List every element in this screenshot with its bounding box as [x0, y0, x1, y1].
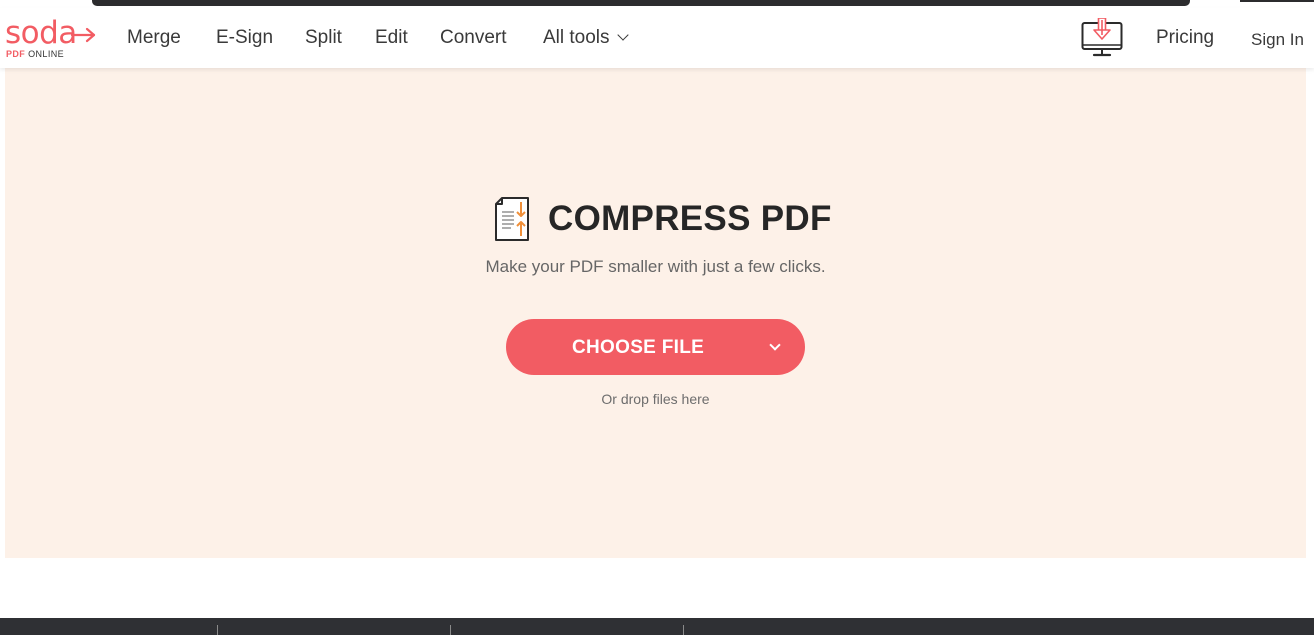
- nav-all-tools[interactable]: All tools: [543, 27, 629, 49]
- nav-sign-in[interactable]: Sign In: [1251, 29, 1304, 51]
- footer-divider: [683, 625, 684, 635]
- nav-merge[interactable]: Merge: [127, 27, 181, 49]
- page-subtitle: Make your PDF smaller with just a few cl…: [485, 257, 826, 276]
- nav-convert[interactable]: Convert: [440, 27, 507, 49]
- nav-split[interactable]: Split: [305, 27, 342, 49]
- top-strip-bar: [92, 0, 1190, 6]
- chevron-down-icon: [616, 29, 629, 41]
- drop-files-hint: Or drop files here: [601, 391, 710, 407]
- nav-edit[interactable]: Edit: [375, 27, 408, 49]
- title-row: COMPRESS PDF: [5, 196, 1306, 242]
- logo-sub-pdf: PDF: [6, 49, 26, 59]
- logo-arrow-icon: [71, 27, 96, 43]
- nav-esign[interactable]: E-Sign: [216, 27, 273, 49]
- logo-sub-online: ONLINE: [28, 49, 65, 59]
- nav-all-tools-label: All tools: [543, 27, 610, 48]
- top-strip-bar-right: [1240, 0, 1314, 2]
- page-title: COMPRESS PDF: [548, 199, 832, 238]
- compress-pdf-icon: [495, 197, 529, 241]
- compress-hero: COMPRESS PDF Make your PDF smaller with …: [5, 68, 1306, 558]
- footer-divider: [217, 625, 218, 635]
- logo-wordmark: soda: [5, 15, 77, 51]
- logo-subtitle: PDF ONLINE: [6, 49, 64, 59]
- desktop-download-icon[interactable]: [1081, 18, 1123, 58]
- top-navbar: soda PDF ONLINE Merge E-Sign Split Edit …: [0, 8, 1314, 68]
- footer-divider: [450, 625, 451, 635]
- chevron-down-icon[interactable]: [769, 339, 781, 351]
- choose-file-button[interactable]: CHOOSE FILE: [506, 319, 805, 375]
- soda-pdf-logo[interactable]: soda PDF ONLINE: [5, 15, 100, 62]
- nav-pricing[interactable]: Pricing: [1156, 27, 1214, 49]
- choose-file-label: CHOOSE FILE: [572, 337, 705, 358]
- browser-top-strip: [0, 0, 1314, 8]
- footer-bar: [0, 618, 1314, 635]
